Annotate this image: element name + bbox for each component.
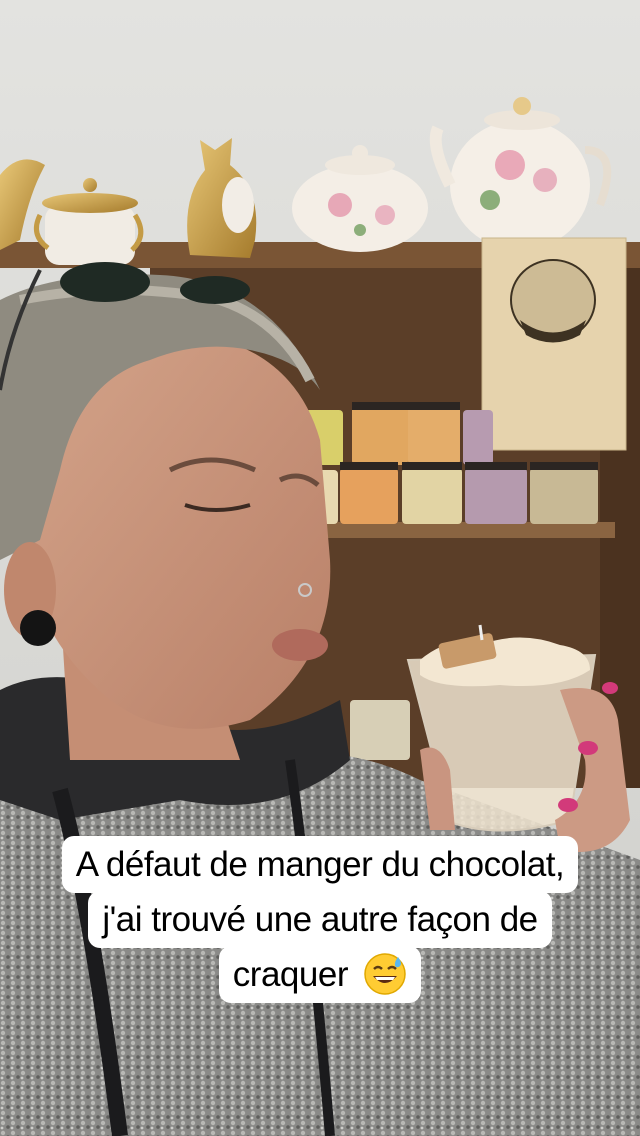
middle-shelf: [300, 522, 615, 538]
caption-line-2: j'ai trouvé une autre façon de: [88, 891, 552, 948]
candle-jars-row-1: [305, 402, 493, 465]
candle-jars-row-2: [308, 462, 598, 524]
jar-lower: [350, 700, 410, 760]
shelf-sign: [481, 237, 627, 451]
story-caption: A défaut de manger du chocolat, j'ai tro…: [0, 836, 640, 1003]
caption-line-1: A défaut de manger du chocolat,: [61, 836, 579, 893]
ear-plug: [20, 610, 56, 646]
grinning-face-with-sweat-icon: [364, 953, 406, 995]
caption-line-3-text: craquer: [232, 955, 349, 994]
caption-line-3: craquer: [218, 946, 422, 1003]
